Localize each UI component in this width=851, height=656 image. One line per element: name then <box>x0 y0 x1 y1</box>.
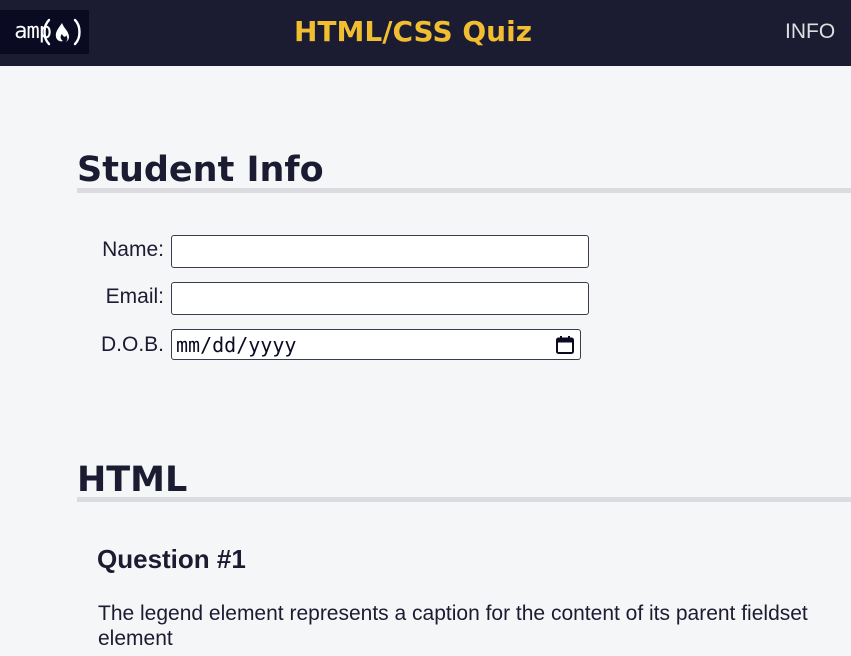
question-title: Question #1 <box>97 544 246 574</box>
name-label: Name: <box>102 238 164 261</box>
dob-placeholder: mm/dd/yyyy <box>176 333 297 357</box>
section-heading-student-info: Student Info <box>77 150 324 190</box>
site-logo-link[interactable]: amp <box>0 10 89 54</box>
section-divider <box>77 497 851 502</box>
calendar-icon[interactable] <box>555 335 575 355</box>
email-label: Email: <box>105 285 164 308</box>
email-input[interactable] <box>171 282 589 315</box>
dob-label: D.O.B. <box>100 333 164 356</box>
dob-date-input[interactable]: mm/dd/yyyy <box>171 329 581 360</box>
nav-info-link[interactable]: INFO <box>785 19 835 45</box>
section-heading-html: HTML <box>77 460 188 500</box>
site-title: HTML/CSS Quiz <box>294 15 532 48</box>
section-divider <box>77 188 851 193</box>
question-text: The legend element represents a caption … <box>98 602 808 650</box>
name-input[interactable] <box>171 235 589 268</box>
flame-icon <box>43 18 81 46</box>
top-nav-bar: amp HTML/CSS Quiz INFO <box>0 0 851 66</box>
